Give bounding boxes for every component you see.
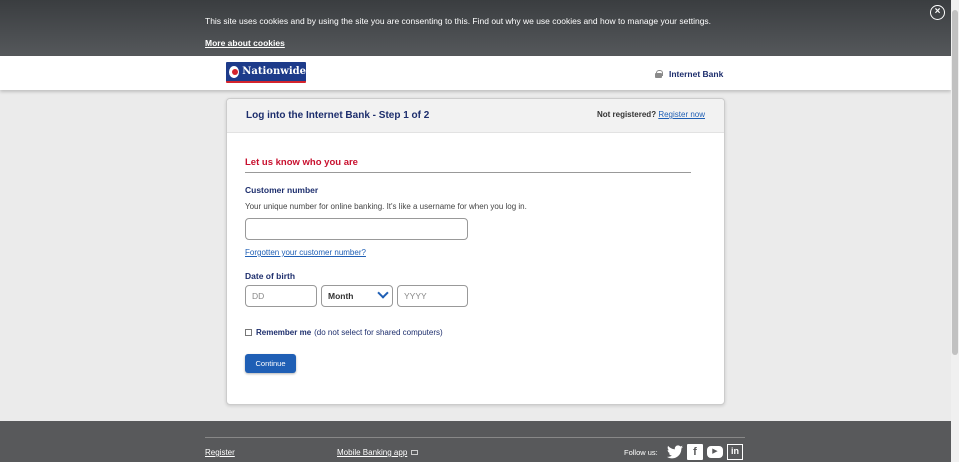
- forgotten-customer-number-link[interactable]: Forgotten your customer number?: [245, 248, 366, 257]
- section-divider: [245, 172, 691, 173]
- external-link-icon: [411, 450, 419, 456]
- cookie-banner: This site uses cookies and by using the …: [0, 0, 951, 56]
- scrollbar-thumb[interactable]: [952, 10, 958, 355]
- scrollbar[interactable]: [951, 0, 959, 462]
- logo-text: Nationwide: [242, 66, 306, 77]
- customer-number-label: Customer number: [245, 185, 319, 195]
- login-card: Log into the Internet Bank - Step 1 of 2…: [226, 98, 725, 405]
- internet-bank-text: Internet Bank: [669, 69, 724, 79]
- facebook-icon[interactable]: f: [687, 444, 703, 460]
- login-card-header: Log into the Internet Bank - Step 1 of 2…: [227, 99, 724, 133]
- logo-mark-icon: [229, 65, 240, 78]
- more-about-cookies-link[interactable]: More about cookies: [205, 38, 285, 48]
- page-title: Log into the Internet Bank - Step 1 of 2: [246, 110, 430, 121]
- customer-number-help: Your unique number for online banking. I…: [245, 202, 527, 211]
- month-select-value: Month: [328, 291, 354, 301]
- cookie-text: This site uses cookies and by using the …: [205, 16, 712, 26]
- close-icon[interactable]: ×: [930, 5, 945, 20]
- customer-number-input[interactable]: [245, 218, 468, 240]
- not-registered-text: Not registered?: [596, 110, 657, 119]
- dob-label: Date of birth: [245, 271, 296, 281]
- continue-button[interactable]: Continue: [245, 354, 296, 373]
- internet-bank-label: Internet Bank: [655, 69, 723, 79]
- remember-me-checkbox[interactable]: [245, 329, 252, 336]
- remember-me-label: Remember me: [256, 328, 312, 337]
- footer-mobile-app-link[interactable]: Mobile Banking app: [337, 448, 419, 457]
- register-now-link[interactable]: Register now: [658, 110, 705, 119]
- nationwide-logo[interactable]: Nationwide: [226, 62, 306, 83]
- remember-me-note: (do not select for shared computers): [314, 328, 443, 337]
- linkedin-icon[interactable]: in: [727, 444, 743, 460]
- lock-icon: [655, 70, 663, 78]
- youtube-icon[interactable]: ▶: [707, 446, 723, 458]
- footer-divider: [205, 437, 745, 438]
- site-footer: Register Mobile Banking app Follow us: f…: [0, 421, 951, 462]
- footer-register-link[interactable]: Register: [205, 448, 235, 457]
- twitter-icon[interactable]: [667, 444, 683, 460]
- follow-us-label: Follow us:: [624, 448, 658, 457]
- dob-month-select[interactable]: Month: [321, 285, 393, 307]
- remember-me: Remember me (do not select for shared co…: [245, 328, 443, 337]
- dob-day-input[interactable]: DD: [245, 285, 317, 307]
- site-header: Nationwide Internet Bank: [0, 56, 951, 90]
- mobile-app-text: Mobile Banking app: [337, 448, 408, 457]
- not-registered: Not registered? Register now: [597, 110, 705, 119]
- chevron-down-icon: [377, 287, 389, 299]
- section-title: Let us know who you are: [245, 157, 358, 168]
- dob-year-input[interactable]: YYYY: [397, 285, 468, 307]
